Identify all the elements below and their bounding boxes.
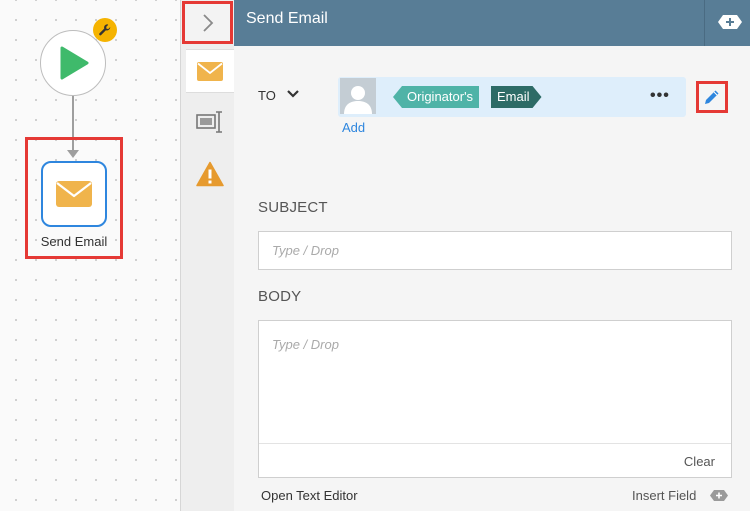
tab-warnings[interactable] (186, 152, 234, 196)
subject-label: SUBJECT (258, 199, 328, 216)
add-recipient-link[interactable]: Add (342, 120, 365, 135)
send-email-node-label: Send Email (40, 234, 108, 249)
user-icon (344, 86, 372, 114)
add-tag-icon (718, 15, 742, 29)
add-tag-icon[interactable] (709, 489, 729, 502)
clear-button[interactable]: Clear (684, 454, 715, 469)
avatar (340, 78, 376, 114)
to-label: TO (258, 88, 276, 103)
open-text-editor-link[interactable]: Open Text Editor (261, 488, 358, 503)
pencil-icon (705, 90, 719, 104)
body-textarea[interactable]: Type / Drop Clear (258, 320, 732, 478)
edit-recipients-button[interactable] (696, 81, 728, 113)
insert-field-link[interactable]: Insert Field (632, 488, 696, 503)
recipient-chip-source[interactable]: Originator's (393, 86, 480, 108)
body-label: BODY (258, 288, 302, 305)
text-field-icon (196, 111, 222, 133)
collapse-panel-button[interactable] (182, 1, 233, 44)
wrench-icon[interactable] (93, 18, 117, 42)
envelope-icon (56, 181, 92, 207)
chevron-down-icon[interactable] (286, 88, 300, 100)
tab-email-settings[interactable] (186, 49, 234, 93)
recipient-chip-field[interactable]: Email (491, 86, 542, 108)
add-tag-button[interactable] (716, 11, 744, 33)
subject-input[interactable]: Type / Drop (258, 231, 732, 270)
start-node[interactable] (40, 30, 106, 96)
send-email-node[interactable] (41, 161, 107, 227)
panel-header: Send Email (234, 0, 750, 46)
body-footer: Clear (259, 443, 731, 477)
body-placeholder: Type / Drop (272, 337, 339, 352)
chevron-right-icon (202, 13, 213, 32)
play-icon (60, 46, 89, 80)
warning-icon (196, 161, 224, 187)
more-icon[interactable]: ••• (650, 88, 670, 104)
envelope-icon (197, 61, 223, 81)
panel-title: Send Email (246, 10, 328, 27)
tab-text-field[interactable] (186, 100, 234, 144)
header-divider (704, 0, 705, 46)
